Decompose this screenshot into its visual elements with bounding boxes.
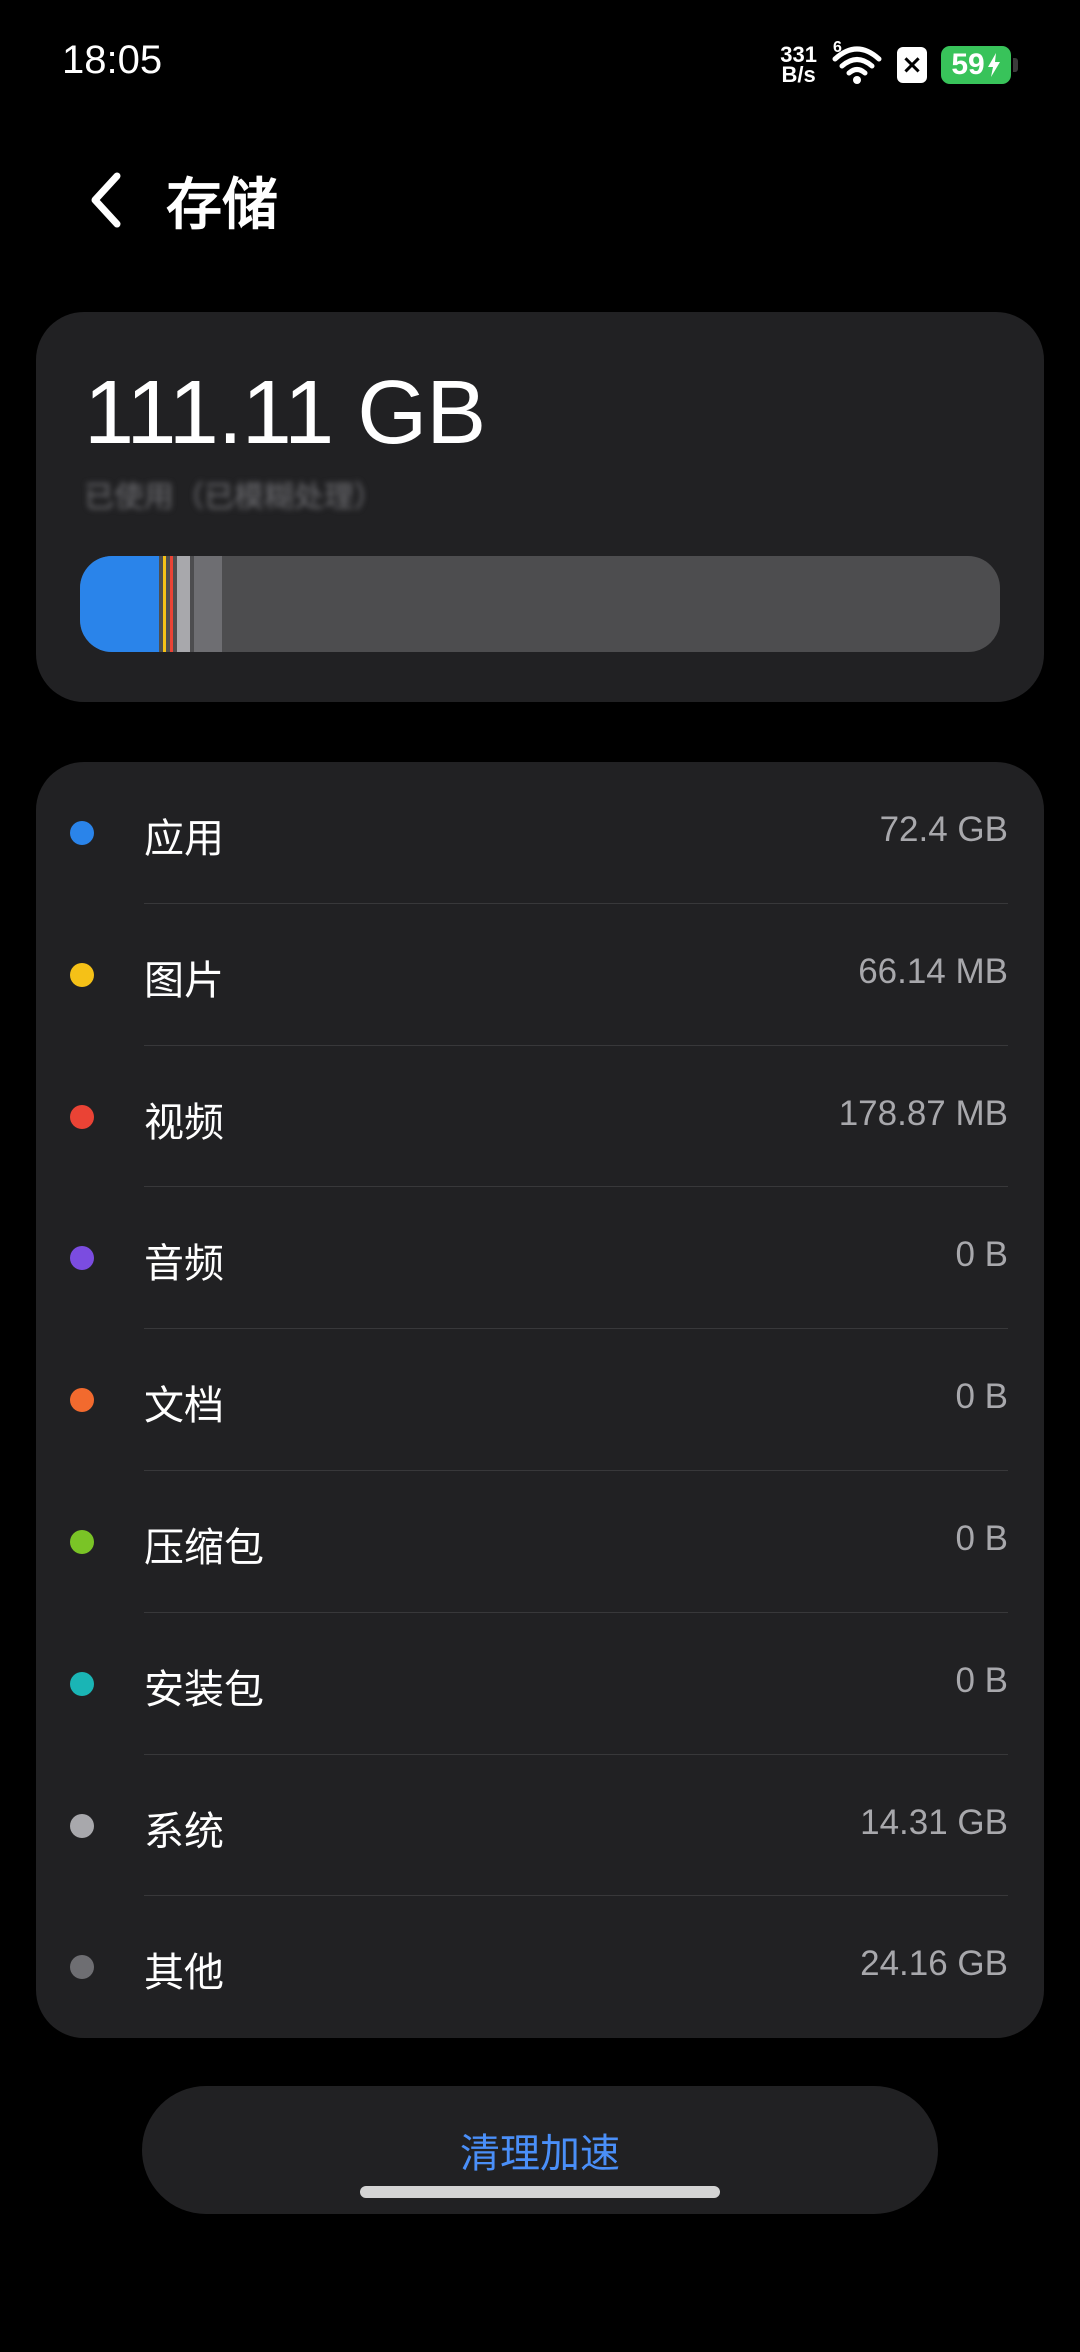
category-row[interactable]: 安装包 0 B <box>36 1613 1044 1755</box>
page-header: 存储 <box>0 150 1080 250</box>
clean-speedup-label: 清理加速 <box>460 2131 620 2177</box>
status-time: 18:05 <box>62 38 163 82</box>
category-label: 应用 <box>144 816 224 862</box>
storage-summary-card: 111.11 GB 已使用（已模糊处理） <box>36 312 1044 702</box>
category-label: 视频 <box>144 1099 224 1146</box>
category-color-dot <box>70 1246 94 1271</box>
usage-segment <box>177 556 190 652</box>
category-row[interactable]: 文档 0 B <box>36 1329 1044 1471</box>
total-storage: 111.11 GB <box>84 363 486 463</box>
usage-segment <box>163 556 166 652</box>
wifi-icon: 6 <box>831 39 883 87</box>
category-size: 0 B <box>955 1377 1008 1417</box>
category-size: 14.31 GB <box>860 1802 1008 1842</box>
chevron-left-icon <box>91 172 121 228</box>
category-size: 66.14 MB <box>858 951 1008 991</box>
category-label: 其他 <box>144 1950 224 1997</box>
category-row[interactable]: 压缩包 0 B <box>36 1471 1044 1613</box>
status-bar: 18:05 331 B/s 6 × 59 <box>0 0 1080 130</box>
category-label: 音频 <box>144 1241 224 1288</box>
used-storage-hint: 已使用（已模糊处理） <box>84 480 384 515</box>
back-button[interactable] <box>72 162 142 238</box>
category-color-dot <box>70 962 94 987</box>
category-size: 178.87 MB <box>838 1093 1008 1133</box>
storage-usage-bar <box>80 556 1000 652</box>
battery-charging-icon: 59 <box>941 46 1011 84</box>
category-row[interactable]: 其他 24.16 GB <box>36 1896 1044 2038</box>
category-color-dot <box>70 1388 94 1413</box>
status-icons: 331 B/s 6 × 59 <box>780 39 1018 90</box>
category-label: 文档 <box>144 1383 224 1430</box>
page-title: 存储 <box>166 173 278 238</box>
category-color-dot <box>70 1530 94 1554</box>
bolt-icon <box>987 53 1000 77</box>
category-label: 系统 <box>144 1808 224 1855</box>
category-row[interactable]: 视频 178.87 MB <box>36 1046 1044 1188</box>
battery-tip <box>1013 58 1018 72</box>
category-size: 0 B <box>955 1235 1008 1275</box>
category-color-dot <box>70 1104 94 1129</box>
category-color-dot <box>70 821 94 845</box>
category-size: 72.4 GB <box>879 810 1008 849</box>
network-speed: 331 B/s <box>780 44 817 87</box>
sim-disabled-icon: × <box>897 47 927 83</box>
category-row[interactable]: 系统 14.31 GB <box>36 1755 1044 1897</box>
usage-segment <box>80 556 159 652</box>
battery-level: 59 <box>951 48 985 81</box>
category-color-dot <box>70 1813 94 1838</box>
category-size: 0 B <box>955 1519 1008 1558</box>
wifi-badge: 6 <box>833 39 842 56</box>
category-row[interactable]: 应用 72.4 GB <box>36 762 1044 904</box>
category-row[interactable]: 图片 66.14 MB <box>36 904 1044 1046</box>
home-indicator[interactable] <box>360 2186 720 2198</box>
category-label: 图片 <box>144 957 224 1004</box>
category-label: 安装包 <box>144 1666 264 1713</box>
network-speed-unit: B/s <box>781 62 816 87</box>
category-color-dot <box>70 1955 94 1980</box>
usage-segment <box>194 556 222 652</box>
category-label: 压缩包 <box>144 1525 264 1571</box>
battery-icon: 59 <box>941 46 1018 84</box>
usage-segment <box>170 556 173 652</box>
category-row[interactable]: 音频 0 B <box>36 1187 1044 1330</box>
category-color-dot <box>70 1671 94 1696</box>
storage-category-list: 应用 72.4 GB 图片 66.14 MB 视频 178.87 MB 音频 0 B 文档 0 B… <box>36 762 1044 2038</box>
category-size: 24.16 GB <box>860 1944 1008 1984</box>
category-size: 0 B <box>955 1660 1008 1700</box>
